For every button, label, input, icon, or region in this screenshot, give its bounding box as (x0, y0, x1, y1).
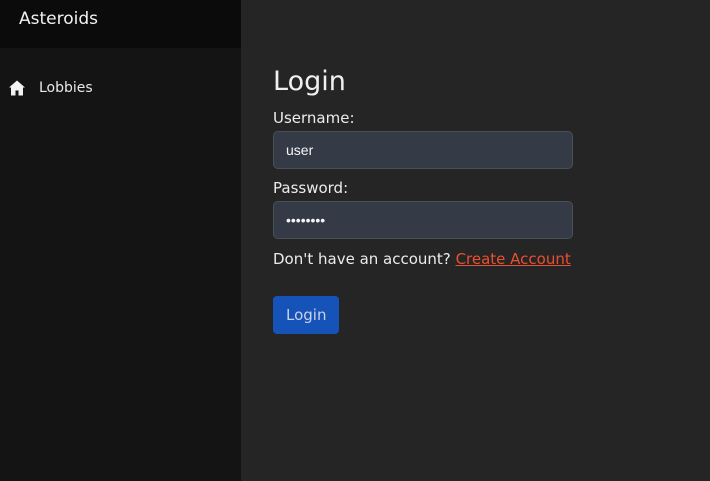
signup-prompt-text: Don't have an account? (273, 250, 451, 268)
home-icon (8, 79, 26, 97)
sidebar: Asteroids Lobbies (0, 0, 241, 481)
login-button[interactable]: Login (273, 296, 340, 334)
username-label: Username: (273, 109, 355, 127)
main-content: Login Username: Password: Don't have an … (241, 0, 710, 481)
app-window: Asteroids Lobbies Login Username: Passwo… (0, 0, 710, 481)
signup-prompt: Don't have an account? Create Account (273, 248, 603, 270)
sidebar-item-label: Lobbies (39, 80, 93, 96)
login-form: Login Username: Password: Don't have an … (273, 64, 603, 334)
sidebar-nav: Lobbies (0, 77, 241, 99)
page-title: Login (273, 66, 346, 97)
username-field[interactable] (273, 131, 573, 169)
password-label: Password: (273, 179, 349, 197)
app-title: Asteroids (0, 0, 241, 48)
sidebar-item-lobbies[interactable]: Lobbies (0, 77, 241, 99)
password-field[interactable] (273, 201, 573, 239)
create-account-link[interactable]: Create Account (456, 250, 571, 268)
